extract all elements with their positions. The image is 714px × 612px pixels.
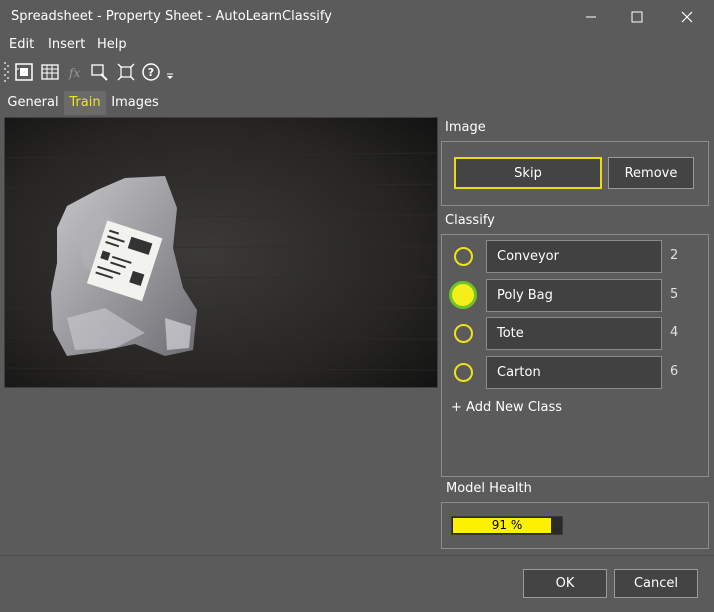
window-title: Spreadsheet - Property Sheet - AutoLearn…	[11, 9, 332, 24]
spreadsheet-view-icon	[15, 63, 33, 81]
maximize-button[interactable]	[614, 0, 660, 34]
classify-section-label: Classify	[445, 213, 495, 228]
menu-insert[interactable]: Insert	[48, 37, 85, 52]
cancel-button[interactable]: Cancel	[614, 569, 698, 598]
svg-text:fx: fx	[68, 66, 80, 80]
minimize-icon	[586, 16, 596, 18]
add-new-class-link[interactable]: + Add New Class	[451, 400, 562, 415]
title-bar: Spreadsheet - Property Sheet - AutoLearn…	[0, 0, 714, 34]
class-radio-poly-bag[interactable]	[449, 281, 477, 309]
spreadsheet-view-button[interactable]	[14, 62, 34, 82]
close-icon	[681, 11, 693, 23]
skip-button[interactable]: Skip	[454, 157, 602, 189]
table-grid-icon	[41, 64, 59, 80]
class-radio-tote[interactable]	[454, 324, 473, 343]
toolbar-grip-icon	[4, 62, 9, 82]
menu-edit[interactable]: Edit	[9, 37, 34, 52]
tab-train[interactable]: Train	[64, 91, 106, 115]
fit-icon	[117, 63, 135, 81]
training-image	[4, 117, 438, 388]
image-section-label: Image	[445, 120, 486, 135]
fit-button[interactable]	[116, 62, 136, 82]
class-name-conveyor[interactable]: Conveyor	[486, 240, 662, 273]
class-count-poly-bag: 5	[670, 287, 679, 302]
overflow-icon	[167, 73, 173, 79]
class-row-conveyor: Conveyor 2	[447, 240, 707, 273]
menu-help[interactable]: Help	[97, 37, 127, 52]
class-name-poly-bag[interactable]: Poly Bag	[486, 279, 662, 312]
minimize-button[interactable]	[568, 0, 614, 34]
class-count-carton: 6	[670, 364, 679, 379]
maximize-icon	[631, 11, 643, 23]
help-icon: ?	[142, 63, 160, 81]
toolbar: fx ?	[0, 58, 714, 86]
model-health-bar: 91 %	[451, 516, 563, 535]
function-button[interactable]: fx	[66, 62, 86, 82]
class-name-tote[interactable]: Tote	[486, 317, 662, 350]
tab-strip: General Train Images	[0, 91, 714, 115]
poly-bag-photo	[5, 118, 437, 387]
zoom-region-button[interactable]	[90, 62, 110, 82]
class-radio-carton[interactable]	[454, 363, 473, 382]
menu-bar: Edit Insert Help	[0, 34, 714, 56]
model-health-value: 91 %	[491, 518, 523, 532]
class-row-tote: Tote 4	[447, 317, 707, 350]
zoom-region-icon	[91, 64, 108, 81]
tab-images[interactable]: Images	[108, 91, 162, 115]
class-count-conveyor: 2	[670, 248, 679, 263]
class-count-tote: 4	[670, 325, 679, 340]
toolbar-overflow-button[interactable]	[164, 62, 176, 82]
ok-button[interactable]: OK	[523, 569, 607, 598]
function-icon: fx	[68, 66, 80, 80]
svg-text:?: ?	[148, 66, 154, 79]
class-row-carton: Carton 6	[447, 356, 707, 389]
help-button[interactable]: ?	[141, 62, 161, 82]
tab-general[interactable]: General	[4, 91, 62, 115]
close-button[interactable]	[664, 0, 710, 34]
dialog-footer: OK Cancel	[0, 555, 714, 612]
remove-button[interactable]: Remove	[608, 157, 694, 189]
class-radio-conveyor[interactable]	[454, 247, 473, 266]
class-name-carton[interactable]: Carton	[486, 356, 662, 389]
model-health-label: Model Health	[446, 481, 532, 496]
class-row-poly-bag: Poly Bag 5	[447, 279, 707, 312]
table-grid-button[interactable]	[40, 62, 60, 82]
